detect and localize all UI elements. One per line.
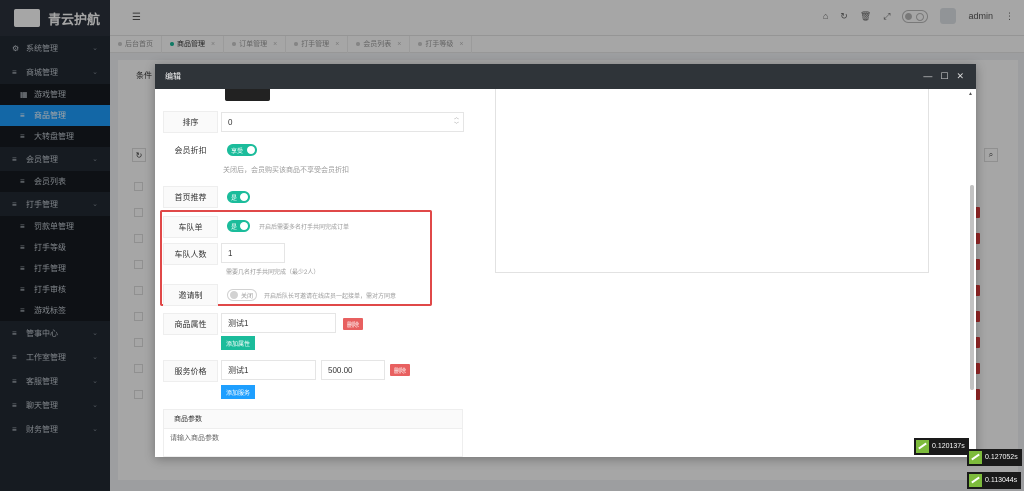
attribute-input[interactable]: 测试1 [221, 313, 336, 333]
attributes-label: 商品属性 [163, 313, 218, 335]
params-label: 商品参数 [163, 409, 463, 429]
leaf-icon [969, 474, 982, 487]
team-size-label: 车队人数 [163, 243, 218, 265]
member-discount-hint: 关闭后，会员购买该商品不享受会员折扣 [223, 167, 349, 174]
add-service-button[interactable]: 添加服务 [221, 385, 256, 399]
team-size-input[interactable]: 1 [221, 243, 285, 263]
leaf-icon [916, 440, 929, 453]
params-textarea[interactable]: 请输入商品参数 [163, 428, 463, 457]
edit-modal: 编辑 — ☐ ✕ 排序 0 ︿ ﹀ 会员折扣 享受 关闭后，会员购买该商品不享受会… [155, 64, 976, 457]
attribute-delete-button[interactable]: 删除 [343, 318, 364, 330]
scrollbar-thumb[interactable] [970, 185, 974, 390]
service-name-input[interactable]: 测试1 [221, 360, 316, 380]
modal-body: 排序 0 ︿ ﹀ 会员折扣 享受 关闭后，会员购买该商品不享受会员折扣 首页推荐 … [155, 89, 976, 457]
modal-header: 编辑 — ☐ ✕ [155, 64, 976, 89]
team-size-hint: 需要几名打手共同完成（最少2人） [226, 270, 320, 276]
detail-editor-panel[interactable] [495, 89, 929, 273]
sort-label: 排序 [163, 111, 218, 133]
service-price-label: 服务价格 [163, 360, 218, 382]
minimize-icon[interactable]: — [923, 71, 932, 82]
stepper-icon[interactable]: ︿ ﹀ [454, 115, 459, 129]
add-attribute-button[interactable]: 添加属性 [221, 336, 256, 350]
modal-title: 编辑 [165, 72, 181, 81]
home-recommend-switch[interactable]: 是 [227, 191, 250, 203]
scroll-up-icon[interactable]: ▲ [968, 91, 973, 97]
invite-hint: 开启后队长可邀请在线店员一起接单，需对方同意 [264, 294, 397, 300]
invite-label: 邀请制 [163, 284, 218, 306]
member-discount-switch[interactable]: 享受 [227, 144, 257, 156]
invite-switch[interactable]: 关闭 [227, 289, 257, 301]
product-image [225, 89, 270, 101]
modal-scrollbar[interactable]: ▲ [968, 91, 974, 453]
member-discount-label: 会员折扣 [163, 139, 218, 161]
leaf-icon [969, 451, 982, 464]
service-delete-button[interactable]: 删除 [390, 364, 411, 376]
team-order-hint: 开启后需要多名打手共同完成订单 [259, 225, 350, 231]
timer-badge: 0.120137s [914, 438, 969, 455]
team-order-label: 车队单 [163, 216, 218, 238]
close-icon[interactable]: ✕ [956, 71, 964, 82]
sort-input[interactable]: 0 ︿ ﹀ [221, 112, 464, 132]
timer-badge: 0.113044s [967, 472, 1022, 489]
service-price-input[interactable]: 500.00 [321, 360, 385, 380]
maximize-icon[interactable]: ☐ [940, 71, 948, 82]
timer-badge: 0.127052s [967, 449, 1022, 466]
home-recommend-label: 首页推荐 [163, 186, 218, 208]
team-order-switch[interactable]: 是 [227, 220, 250, 232]
